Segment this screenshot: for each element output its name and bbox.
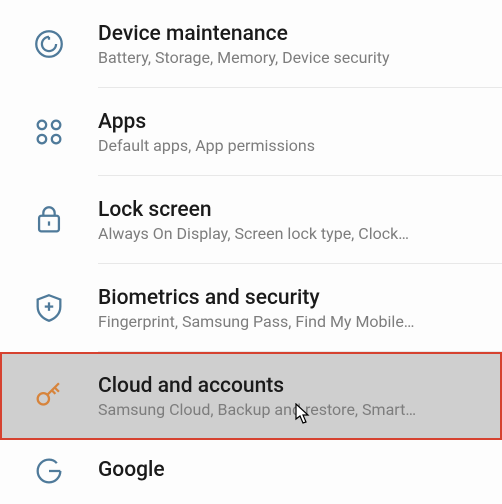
settings-item-lock-screen[interactable]: Lock screen Always On Display, Screen lo…: [0, 176, 502, 264]
settings-item-text: Google: [98, 458, 502, 484]
settings-item-text: Device maintenance Battery, Storage, Mem…: [98, 22, 502, 67]
settings-item-biometrics-security[interactable]: Biometrics and security Fingerprint, Sam…: [0, 264, 502, 352]
settings-item-text: Cloud and accounts Samsung Cloud, Backup…: [98, 374, 502, 419]
settings-item-subtitle: Samsung Cloud, Backup and restore, Smart…: [98, 400, 486, 419]
shield-icon: [0, 291, 98, 325]
apps-icon: [0, 115, 98, 149]
settings-item-device-maintenance[interactable]: Device maintenance Battery, Storage, Mem…: [0, 0, 502, 88]
settings-item-title: Cloud and accounts: [98, 374, 486, 398]
key-icon: [0, 379, 98, 413]
settings-item-title: Google: [98, 458, 486, 482]
settings-item-text: Lock screen Always On Display, Screen lo…: [98, 198, 502, 243]
settings-item-subtitle: Battery, Storage, Memory, Device securit…: [98, 48, 486, 67]
google-icon: [0, 454, 98, 488]
settings-item-title: Apps: [98, 110, 486, 134]
settings-item-title: Lock screen: [98, 198, 486, 222]
settings-item-subtitle: Always On Display, Screen lock type, Clo…: [98, 224, 486, 243]
settings-item-title: Device maintenance: [98, 22, 486, 46]
settings-list: Device maintenance Battery, Storage, Mem…: [0, 0, 502, 502]
settings-item-apps[interactable]: Apps Default apps, App permissions: [0, 88, 502, 176]
device-maintenance-icon: [0, 27, 98, 61]
settings-item-text: Apps Default apps, App permissions: [98, 110, 502, 155]
settings-item-title: Biometrics and security: [98, 286, 486, 310]
settings-item-text: Biometrics and security Fingerprint, Sam…: [98, 286, 502, 331]
lock-icon: [0, 203, 98, 237]
settings-item-subtitle: Default apps, App permissions: [98, 136, 486, 155]
settings-item-subtitle: Fingerprint, Samsung Pass, Find My Mobil…: [98, 312, 486, 331]
settings-item-google[interactable]: Google: [0, 440, 502, 502]
settings-item-cloud-accounts[interactable]: Cloud and accounts Samsung Cloud, Backup…: [0, 352, 502, 440]
